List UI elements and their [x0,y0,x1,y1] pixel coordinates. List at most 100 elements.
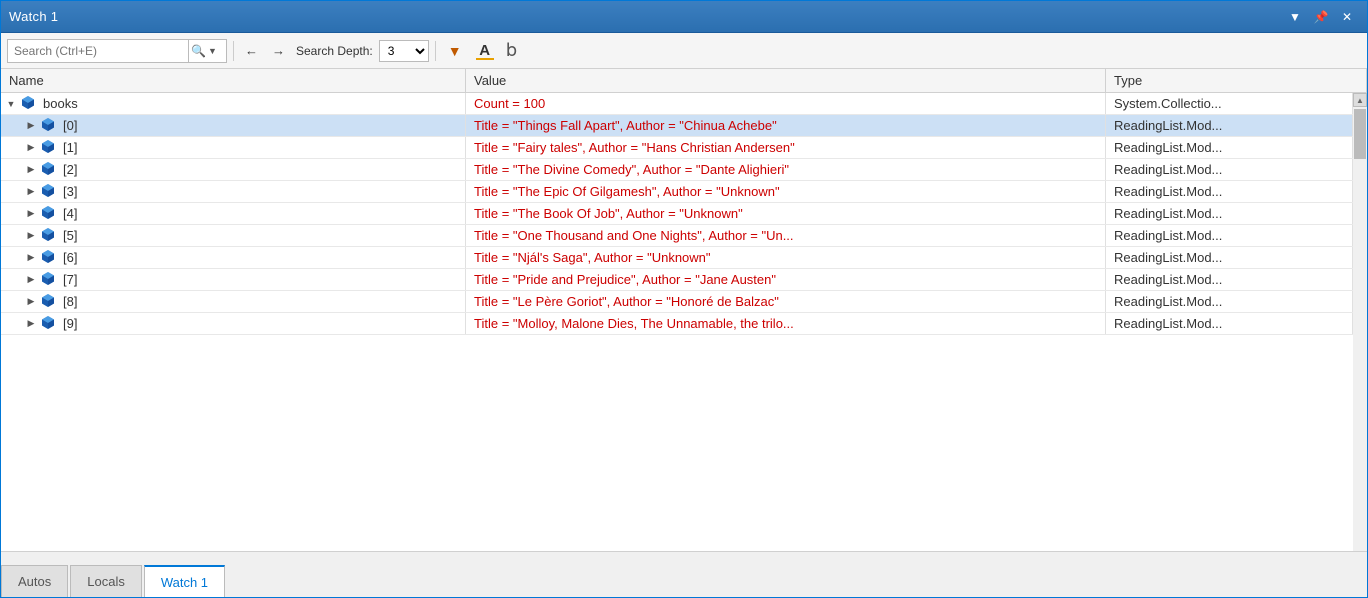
tab-watch1[interactable]: Watch 1 [144,565,225,597]
column-name: Name [1,69,466,92]
tab-watch1-label: Watch 1 [161,575,208,590]
name-cell: ▶ [0] [1,115,466,136]
cursor-indicator: 𝖻 [506,40,517,61]
value-cell: Title = "The Epic Of Gilgamesh", Author … [466,181,1106,202]
bottom-tabs: Autos Locals Watch 1 [1,551,1367,597]
filter-button[interactable]: ▼ [442,39,468,63]
forward-icon: → [272,43,285,58]
table-row[interactable]: ▶ [8]Title = "Le Père Goriot", Author = … [1,291,1353,313]
type-cell: ReadingList.Mod... [1106,269,1353,290]
search-icon-area: 🔍 ▼ [188,40,219,62]
toolbar: 🔍 ▼ ← → Search Depth: 1 2 3 4 5 ▼ A 𝖻 [1,33,1367,69]
forward-button[interactable]: → [267,39,290,63]
cube-icon [41,227,55,244]
name-cell: ▶ [6] [1,247,466,268]
cube-icon [41,117,55,134]
type-cell: System.Collectio... [1106,93,1353,114]
depth-select[interactable]: 1 2 3 4 5 [379,40,429,62]
column-value: Value [466,69,1106,92]
scrollbar[interactable]: ▲ [1353,93,1367,551]
title-bar: Watch 1 ▼ 📌 ✕ [1,1,1367,33]
pin-button[interactable]: 📌 [1309,6,1333,28]
tab-locals-label: Locals [87,574,125,589]
expand-arrow[interactable]: ▶ [25,142,37,154]
table-with-scroll: ▼ booksCount = 100System.Collectio...▶ [… [1,93,1367,551]
watch-window: Watch 1 ▼ 📌 ✕ 🔍 ▼ ← → Search Depth: 1 2 … [0,0,1368,598]
name-cell: ▶ [5] [1,225,466,246]
scroll-thumb[interactable] [1354,109,1366,159]
row-name: [6] [63,250,77,265]
table-row[interactable]: ▶ [9]Title = "Molloy, Malone Dies, The U… [1,313,1353,335]
scroll-up-arrow[interactable]: ▲ [1353,93,1367,107]
cube-icon [41,249,55,266]
value-cell: Title = "Pride and Prejudice", Author = … [466,269,1106,290]
table-row[interactable]: ▶ [1]Title = "Fairy tales", Author = "Ha… [1,137,1353,159]
cube-icon [41,293,55,310]
row-name: [8] [63,294,77,309]
tab-autos-label: Autos [18,574,51,589]
type-cell: ReadingList.Mod... [1106,225,1353,246]
tab-autos[interactable]: Autos [1,565,68,597]
value-cell: Title = "Njál's Saga", Author = "Unknown… [466,247,1106,268]
search-input[interactable] [8,42,188,60]
row-name: [3] [63,184,77,199]
name-cell: ▶ [1] [1,137,466,158]
expand-arrow[interactable]: ▼ [5,98,17,110]
row-name: [5] [63,228,77,243]
expand-arrow[interactable]: ▶ [25,296,37,308]
back-icon: ← [245,43,258,58]
close-button[interactable]: ✕ [1335,6,1359,28]
table-row[interactable]: ▶ [0]Title = "Things Fall Apart", Author… [1,115,1353,137]
table-row[interactable]: ▶ [3] Title = "The Epic Of Gilgamesh", Au… [1,181,1353,203]
type-cell: ReadingList.Mod... [1106,313,1353,334]
expand-arrow[interactable]: ▶ [25,252,37,264]
name-cell: ▶ [4] [1,203,466,224]
font-button[interactable]: A [472,39,498,63]
search-icon: 🔍 [191,44,206,58]
font-icon: A [479,42,490,59]
window-title: Watch 1 [9,9,1283,24]
table-row[interactable]: ▶ [4]Title = "The Book Of Job", Author =… [1,203,1353,225]
table-row[interactable]: ▼ booksCount = 100System.Collectio... [1,93,1353,115]
search-box[interactable]: 🔍 ▼ [7,39,227,63]
cube-icon [41,183,55,200]
table-container: Name Value Type ▼ booksCount = 100System… [1,69,1367,551]
tab-locals[interactable]: Locals [70,565,142,597]
back-button[interactable]: ← [240,39,263,63]
type-cell: ReadingList.Mod... [1106,115,1353,136]
name-cell: ▶ [9] [1,313,466,334]
expand-arrow[interactable]: ▶ [25,274,37,286]
name-cell: ▶ [8] [1,291,466,312]
cube-icon [41,315,55,332]
cube-icon [41,205,55,222]
separator-2 [435,41,436,61]
table-row[interactable]: ▶ [7]Title = "Pride and Prejudice", Auth… [1,269,1353,291]
table-row[interactable]: ▶ [6]Title = "Njál's Saga", Author = "Un… [1,247,1353,269]
dropdown-button[interactable]: ▼ [1283,6,1307,28]
expand-arrow[interactable]: ▶ [25,164,37,176]
type-cell: ReadingList.Mod... [1106,291,1353,312]
depth-label: Search Depth: [296,44,373,58]
cube-icon [41,139,55,156]
search-dropdown-arrow[interactable]: ▼ [208,46,217,56]
cube-icon [21,95,35,112]
cube-icon [41,271,55,288]
row-name: [4] [63,206,77,221]
table-header: Name Value Type [1,69,1367,93]
type-cell: ReadingList.Mod... [1106,203,1353,224]
column-type: Type [1106,69,1367,92]
expand-arrow[interactable]: ▶ [25,120,37,132]
value-cell: Title = "Things Fall Apart", Author = "C… [466,115,1106,136]
table-row[interactable]: ▶ [5]Title = "One Thousand and One Night… [1,225,1353,247]
expand-arrow[interactable]: ▶ [25,318,37,330]
expand-arrow[interactable]: ▶ [25,208,37,220]
value-cell: Title = "Molloy, Malone Dies, The Unnama… [466,313,1106,334]
value-cell: Title = "The Book Of Job", Author = "Unk… [466,203,1106,224]
expand-arrow[interactable]: ▶ [25,186,37,198]
expand-arrow[interactable]: ▶ [25,230,37,242]
table-row[interactable]: ▶ [2]Title = "The Divine Comedy", Author… [1,159,1353,181]
row-name: [1] [63,140,77,155]
table-body: ▼ booksCount = 100System.Collectio...▶ [… [1,93,1353,551]
value-cell: Title = "One Thousand and One Nights", A… [466,225,1106,246]
cube-icon [41,161,55,178]
